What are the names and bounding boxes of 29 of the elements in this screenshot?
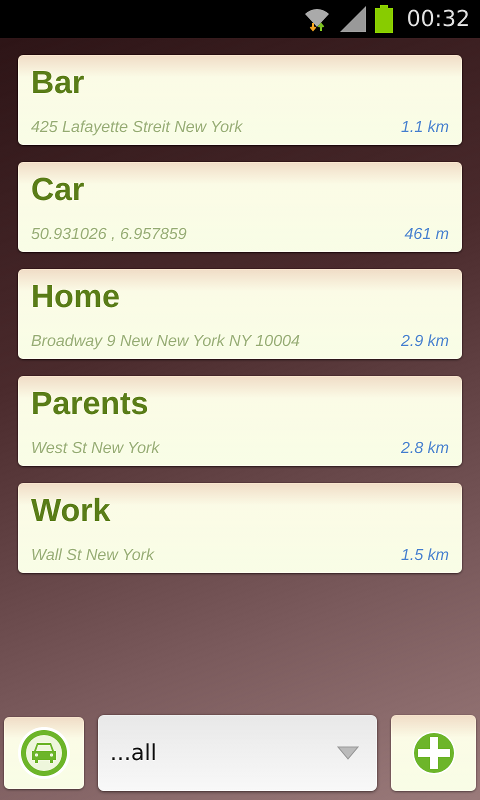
- dropdown-arrow-icon: [337, 746, 359, 760]
- place-name: Bar: [31, 65, 86, 100]
- place-distance: 1.5 km: [400, 547, 449, 565]
- plus-icon: [412, 731, 456, 775]
- place-card[interactable]: Work Wall St New York 1.5 km: [18, 483, 462, 573]
- place-distance: 1.1 km: [400, 119, 449, 137]
- place-name: Home: [31, 279, 121, 314]
- place-address: 50.931026 , 6.957859: [31, 226, 187, 244]
- place-card[interactable]: Bar 425 Lafayette Streit New York 1.1 km: [18, 55, 462, 145]
- filter-dropdown[interactable]: ...all: [98, 715, 377, 791]
- place-distance: 461 m: [404, 226, 449, 244]
- place-distance: 2.8 km: [400, 440, 449, 458]
- place-address: 425 Lafayette Streit New York: [31, 119, 242, 137]
- place-card[interactable]: Parents West St New York 2.8 km: [18, 376, 462, 466]
- signal-icon: [338, 6, 367, 32]
- place-distance: 2.9 km: [400, 333, 449, 351]
- place-address: West St New York: [31, 440, 160, 458]
- status-time: 00:32: [406, 6, 470, 32]
- add-button[interactable]: [391, 715, 476, 791]
- place-card[interactable]: Home Broadway 9 New New York NY 10004 2.9 km: [18, 269, 462, 359]
- car-icon: [17, 726, 71, 780]
- place-address: Wall St New York: [31, 547, 154, 565]
- place-address: Broadway 9 New New York NY 10004: [31, 333, 300, 351]
- battery-icon: [374, 5, 393, 33]
- place-name: Car: [31, 172, 86, 208]
- place-name: Work: [31, 493, 112, 528]
- place-name: Parents: [31, 386, 150, 422]
- car-button[interactable]: [4, 717, 84, 789]
- place-card[interactable]: Car 50.931026 , 6.957859 461 m: [18, 162, 462, 252]
